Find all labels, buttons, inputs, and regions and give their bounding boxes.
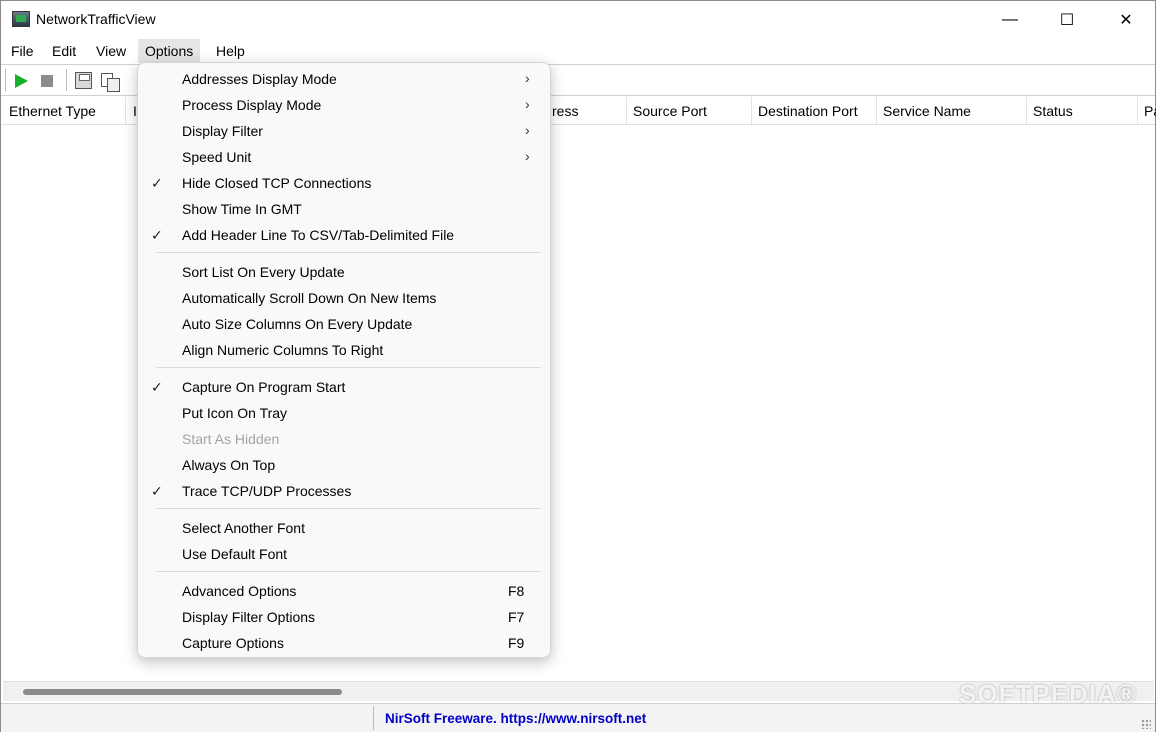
- menu-item-label: Show Time In GMT: [182, 201, 302, 217]
- menu-item-label: Advanced Options: [182, 583, 297, 599]
- menu-separator: [156, 252, 541, 253]
- menu-add-header-line[interactable]: ✓ Add Header Line To CSV/Tab-Delimited F…: [142, 222, 546, 248]
- toolbar-separator: [66, 69, 67, 91]
- options-dropdown-menu: Addresses Display Mode › Process Display…: [137, 62, 551, 658]
- save-button[interactable]: [73, 71, 93, 91]
- menu-show-time-gmt[interactable]: Show Time In GMT: [142, 196, 546, 222]
- menu-edit[interactable]: Edit: [45, 39, 83, 63]
- menu-separator: [156, 508, 541, 509]
- menu-display-filter-options[interactable]: Display Filter Options F7: [142, 604, 546, 630]
- menu-select-font[interactable]: Select Another Font: [142, 515, 546, 541]
- menu-item-label: Display Filter: [182, 123, 263, 139]
- menu-item-label: Capture On Program Start: [182, 379, 346, 395]
- chevron-right-icon: ›: [525, 70, 530, 86]
- column-ethernet-type[interactable]: Ethernet Type: [2, 97, 126, 125]
- scrollbar-thumb[interactable]: [23, 689, 342, 695]
- menu-capture-options[interactable]: Capture Options F9: [142, 630, 546, 656]
- resize-grip-icon[interactable]: [1141, 719, 1151, 729]
- checkmark-icon: ✓: [151, 227, 163, 243]
- nirsoft-link[interactable]: NirSoft Freeware. https://www.nirsoft.ne…: [385, 711, 646, 726]
- title-bar: NetworkTrafficView — ☐ ✕: [1, 1, 1155, 39]
- chevron-right-icon: ›: [525, 122, 530, 138]
- menu-auto-size-columns[interactable]: Auto Size Columns On Every Update: [142, 311, 546, 337]
- menu-hide-closed-tcp[interactable]: ✓ Hide Closed TCP Connections: [142, 170, 546, 196]
- copy-icon: [101, 73, 120, 92]
- menu-trace-processes[interactable]: ✓ Trace TCP/UDP Processes: [142, 478, 546, 504]
- menu-item-label: Hide Closed TCP Connections: [182, 175, 372, 191]
- copy-button[interactable]: [99, 71, 120, 92]
- shortcut-key: F9: [508, 635, 525, 651]
- menu-sort-list[interactable]: Sort List On Every Update: [142, 259, 546, 285]
- shortcut-key: F7: [508, 609, 525, 625]
- chevron-right-icon: ›: [525, 148, 530, 164]
- menu-speed-unit[interactable]: Speed Unit ›: [142, 144, 546, 170]
- menu-item-label: Select Another Font: [182, 520, 305, 536]
- menu-put-icon-tray[interactable]: Put Icon On Tray: [142, 400, 546, 426]
- menu-item-label: Add Header Line To CSV/Tab-Delimited Fil…: [182, 227, 455, 243]
- menu-item-label: Speed Unit: [182, 149, 252, 165]
- menu-item-label: Auto Size Columns On Every Update: [182, 316, 413, 332]
- menu-item-label: Start As Hidden: [182, 431, 280, 447]
- menu-item-label: Always On Top: [182, 457, 276, 473]
- column-packets[interactable]: Pa: [1137, 97, 1156, 125]
- menu-item-label: Put Icon On Tray: [182, 405, 288, 421]
- menu-separator: [156, 571, 541, 572]
- status-bar: NirSoft Freeware. https://www.nirsoft.ne…: [1, 703, 1155, 732]
- status-separator: [373, 706, 374, 730]
- menu-item-label: Addresses Display Mode: [182, 71, 337, 87]
- checkmark-icon: ✓: [151, 175, 163, 191]
- menu-item-label: Capture Options: [182, 635, 284, 651]
- app-icon: [12, 11, 30, 27]
- menu-item-label: Align Numeric Columns To Right: [182, 342, 384, 358]
- menu-view[interactable]: View: [89, 39, 133, 63]
- close-button[interactable]: ✕: [1097, 1, 1155, 39]
- maximize-button[interactable]: ☐: [1038, 1, 1096, 39]
- minimize-icon: —: [1002, 11, 1018, 28]
- menu-item-label: Trace TCP/UDP Processes: [182, 483, 352, 499]
- close-icon: ✕: [1119, 12, 1133, 29]
- checkmark-icon: ✓: [151, 379, 163, 395]
- maximize-icon: ☐: [1059, 12, 1075, 29]
- toolbar-separator: [5, 69, 6, 91]
- menu-advanced-options[interactable]: Advanced Options F8: [142, 578, 546, 604]
- menu-item-label: Use Default Font: [182, 546, 288, 562]
- menu-auto-scroll[interactable]: Automatically Scroll Down On New Items: [142, 285, 546, 311]
- checkmark-icon: ✓: [151, 483, 163, 499]
- stop-capture-button[interactable]: [37, 71, 57, 91]
- window-title: NetworkTrafficView: [36, 11, 156, 27]
- menu-display-filter[interactable]: Display Filter ›: [142, 118, 546, 144]
- menu-file[interactable]: File: [4, 39, 41, 63]
- play-icon: [15, 74, 28, 88]
- menu-addresses-display-mode[interactable]: Addresses Display Mode ›: [142, 66, 546, 92]
- menu-separator: [156, 367, 541, 368]
- chevron-right-icon: ›: [525, 96, 530, 112]
- column-address[interactable]: ress: [546, 97, 627, 125]
- menu-item-label: Process Display Mode: [182, 97, 322, 113]
- stop-icon: [41, 75, 53, 87]
- column-source-port[interactable]: Source Port: [626, 97, 752, 125]
- minimize-button[interactable]: —: [981, 1, 1039, 39]
- start-capture-button[interactable]: [11, 71, 31, 91]
- save-icon: [75, 72, 92, 89]
- menu-item-label: Display Filter Options: [182, 609, 316, 625]
- menu-item-label: Automatically Scroll Down On New Items: [182, 290, 437, 306]
- shortcut-key: F8: [508, 583, 525, 599]
- menu-capture-on-start[interactable]: ✓ Capture On Program Start: [142, 374, 546, 400]
- menu-start-hidden: Start As Hidden: [142, 426, 546, 452]
- menu-help[interactable]: Help: [209, 39, 252, 63]
- menu-always-on-top[interactable]: Always On Top: [142, 452, 546, 478]
- column-destination-port[interactable]: Destination Port: [751, 97, 877, 125]
- menu-options[interactable]: Options: [138, 39, 201, 63]
- menu-align-numeric[interactable]: Align Numeric Columns To Right: [142, 337, 546, 363]
- menu-process-display-mode[interactable]: Process Display Mode ›: [142, 92, 546, 118]
- column-status[interactable]: Status: [1026, 97, 1138, 125]
- menu-bar: File Edit View Options Help: [1, 39, 1155, 63]
- menu-item-label: Sort List On Every Update: [182, 264, 345, 280]
- column-service-name[interactable]: Service Name: [876, 97, 1027, 125]
- menu-default-font[interactable]: Use Default Font: [142, 541, 546, 567]
